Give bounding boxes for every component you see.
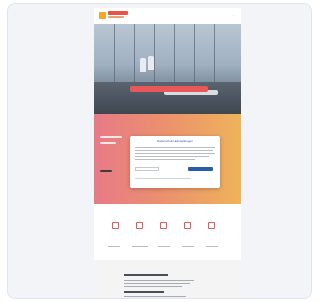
privacy-dialog: Datenschutz-Einstellungen (130, 136, 220, 188)
sunburst-logo-icon (99, 12, 106, 19)
banner-button[interactable] (100, 170, 112, 172)
content-section (94, 260, 241, 298)
person-figure (148, 56, 154, 70)
banner-text-line (100, 136, 122, 138)
calendar-icon[interactable] (184, 222, 191, 229)
section-text-line (124, 283, 190, 284)
feature-label (182, 246, 194, 247)
dialog-title: Datenschutz-Einstellungen (157, 139, 193, 143)
header-nav-link[interactable]: ··· (232, 13, 235, 17)
website-preview: ··· Datenschutz-Einstellungen (94, 8, 241, 298)
feature-label (206, 246, 218, 247)
dialog-text-line (135, 147, 215, 148)
window-frame (174, 24, 175, 82)
site-header: ··· (94, 8, 241, 24)
window-frame (214, 24, 215, 82)
dialog-text-line (135, 153, 215, 154)
section-heading (124, 291, 164, 293)
dialog-text-line (135, 159, 195, 160)
home-icon[interactable] (112, 222, 119, 229)
logo-wordmark (108, 11, 128, 15)
window-frame (134, 24, 135, 82)
window-frame (154, 24, 155, 82)
dialog-footer-links[interactable] (135, 178, 191, 179)
hero-image (94, 24, 241, 114)
feature-label (132, 246, 148, 247)
logo-tagline (108, 16, 124, 18)
section-text-line (124, 280, 194, 281)
dialog-text-line (135, 150, 213, 151)
feature-label (108, 246, 120, 247)
preview-card: ··· Datenschutz-Einstellungen (7, 3, 312, 299)
banner-text-line (100, 142, 116, 144)
hero-cta-button[interactable] (130, 86, 208, 92)
section-text-line (124, 286, 182, 287)
window-frame (194, 24, 195, 82)
window-frame (114, 24, 115, 82)
section-text-line (124, 296, 186, 297)
chart-icon[interactable] (160, 222, 167, 229)
person-figure (140, 58, 146, 72)
dialog-text-line (135, 156, 209, 157)
dialog-settings-button[interactable] (135, 167, 159, 171)
grid-icon[interactable] (208, 222, 215, 229)
dialog-accept-button[interactable] (188, 167, 213, 171)
feature-icons-section (94, 204, 241, 260)
feature-label (158, 246, 170, 247)
document-icon[interactable] (136, 222, 143, 229)
section-heading (124, 274, 168, 276)
